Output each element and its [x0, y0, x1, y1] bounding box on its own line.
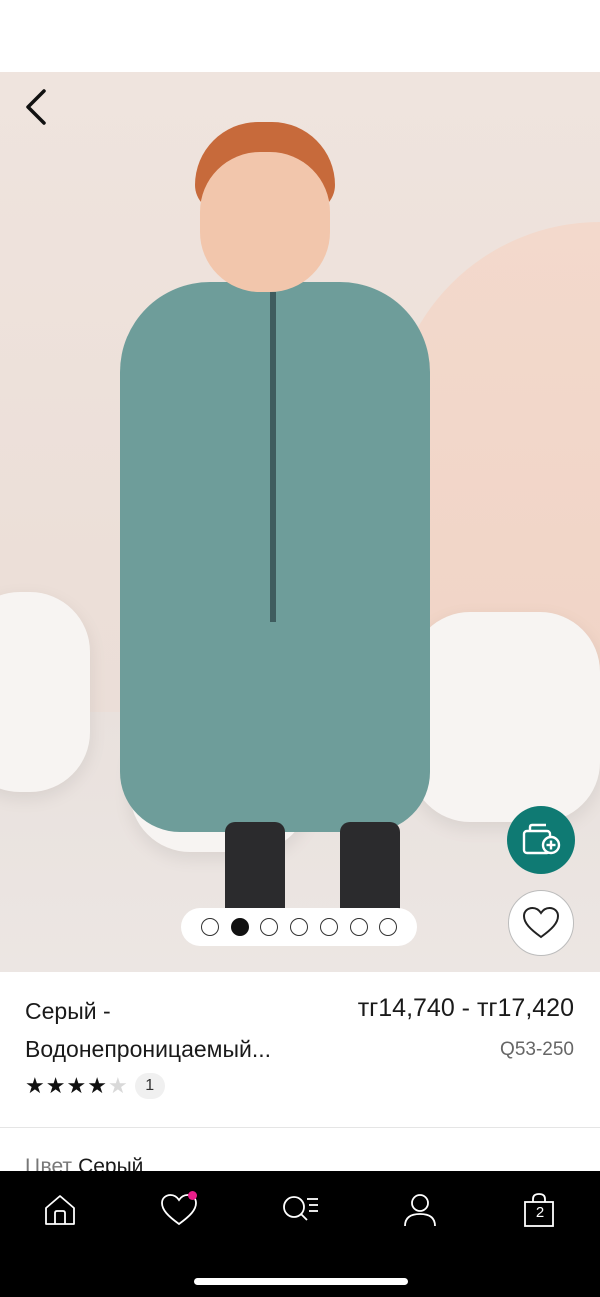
divider [0, 1127, 600, 1128]
search-list-icon [283, 1196, 318, 1221]
star-icon: ★ [66, 1073, 88, 1098]
tab-search[interactable] [265, 1185, 335, 1235]
zip-shape [270, 292, 276, 622]
gallery-dot[interactable] [319, 918, 338, 936]
cloud-prop [0, 592, 90, 792]
account-icon [404, 1194, 436, 1227]
gallery-dot[interactable] [290, 918, 308, 936]
review-count-badge: 1 [134, 1073, 165, 1099]
home-icon [45, 1195, 75, 1225]
gallery-pagination [181, 908, 417, 946]
product-title[interactable]: Серый - Водонепроницаемый... [25, 992, 325, 1068]
star-icon: ★ [25, 1073, 46, 1098]
rating-stars: ★★★★★ [25, 1073, 129, 1099]
gallery-dot[interactable] [260, 918, 279, 936]
product-price: тг14,740 - тг17,420 [357, 994, 574, 1022]
add-to-favourites-button[interactable] [508, 890, 574, 956]
bag-count: 2 [535, 1204, 545, 1221]
heart-icon [522, 906, 560, 939]
star-icon: ★ [87, 1073, 108, 1098]
gallery-dot[interactable] [379, 918, 398, 936]
product-info: Серый - Водонепроницаемый... тг14,740 - … [0, 972, 600, 1127]
star-icon: ★ [107, 1073, 129, 1098]
star-icon: ★ [45, 1073, 67, 1098]
home-indicator [194, 1278, 408, 1285]
tab-bag[interactable]: 2 [504, 1185, 574, 1235]
wallet-add-icon [522, 823, 561, 855]
face-shape [200, 152, 330, 292]
model-figure [110, 122, 440, 962]
add-to-wallet-button[interactable] [507, 806, 575, 874]
product-sku: Q53-250 [500, 1039, 574, 1060]
tab-home[interactable] [25, 1185, 95, 1235]
gallery-dot[interactable] [230, 918, 249, 936]
status-bar [0, 0, 600, 72]
gallery-dot[interactable] [349, 918, 368, 936]
gallery-dot[interactable] [200, 918, 219, 936]
back-button[interactable] [14, 82, 58, 132]
favourites-badge [188, 1191, 197, 1200]
product-title-line1: Серый - [25, 998, 111, 1024]
tab-account[interactable] [385, 1185, 455, 1235]
rating-summary[interactable]: ★★★★★ 1 [25, 1073, 165, 1099]
tab-favourites[interactable] [144, 1185, 214, 1235]
back-arrow-icon [26, 89, 46, 125]
product-title-line2: Водонепроницаемый... [25, 1036, 272, 1062]
